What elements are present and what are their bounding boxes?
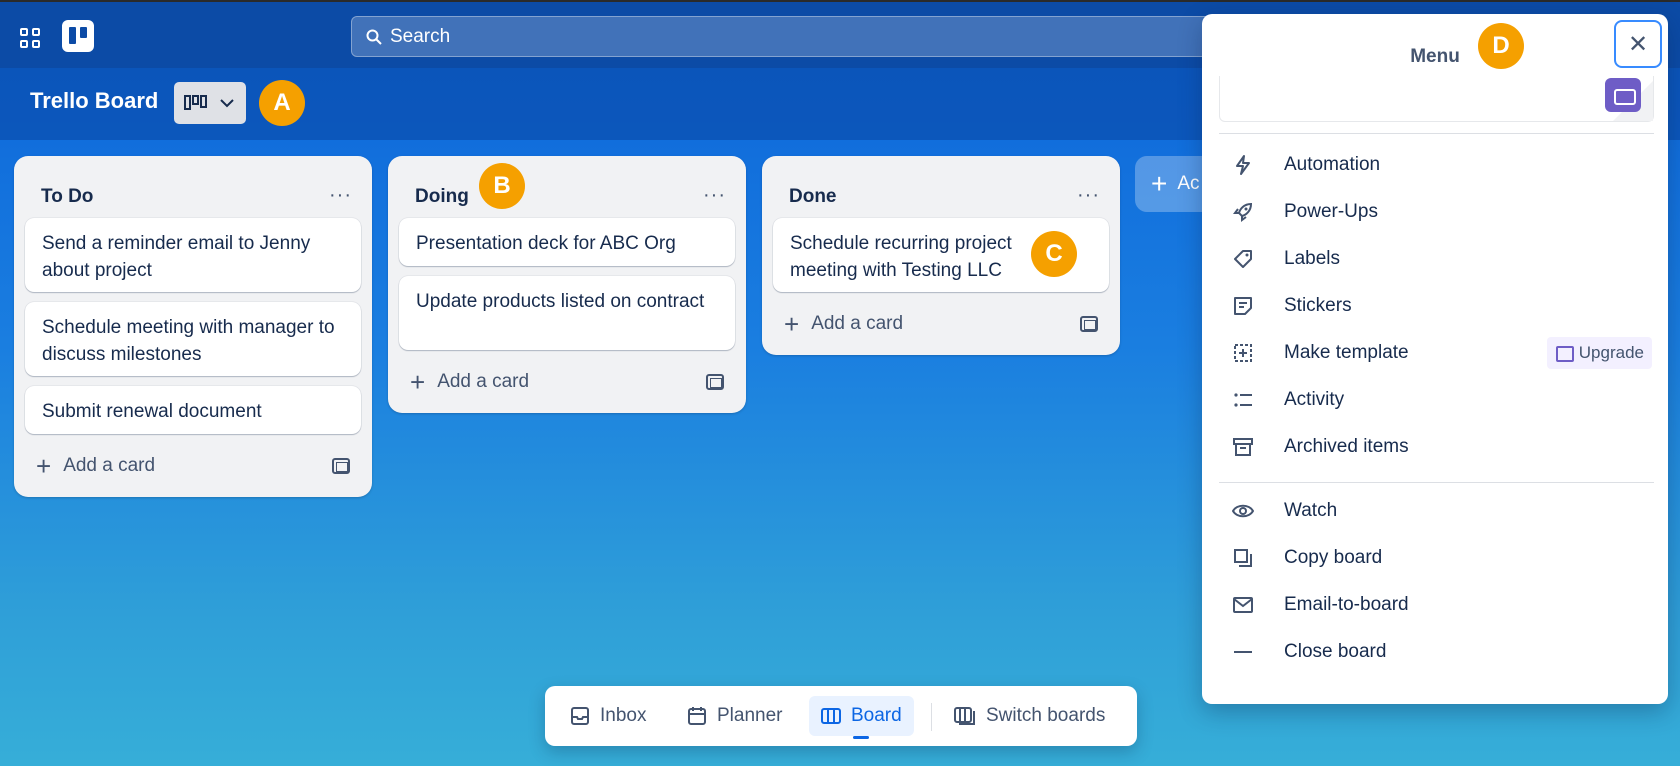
copy-icon	[1234, 549, 1252, 567]
create-from-template-icon[interactable]	[332, 458, 350, 474]
menu-item-close-board[interactable]: Close board	[1232, 634, 1652, 670]
annotation-badge-a: A	[259, 80, 305, 126]
card[interactable]: Schedule meeting with manager to discuss…	[25, 302, 361, 376]
annotation-badge-d: D	[1478, 23, 1524, 69]
menu-item-label: Automation	[1284, 154, 1381, 175]
list-doing: Doing ··· Presentation deck for ABC Org …	[388, 156, 746, 413]
board-title[interactable]: Trello Board	[30, 88, 158, 114]
menu-item-label: Archived items	[1284, 436, 1409, 457]
create-from-template-icon[interactable]	[706, 374, 724, 390]
board-view-switcher-button[interactable]	[174, 82, 246, 124]
board-menu-panel: Menu ✕ Automation Power-Ups Labels Stick…	[1202, 14, 1668, 704]
menu-item-label: Stickers	[1284, 295, 1352, 316]
annotation-badge-c: C	[1031, 231, 1077, 277]
search-icon	[366, 29, 382, 45]
menu-divider	[1219, 482, 1654, 483]
menu-item-archived-items[interactable]: Archived items	[1232, 429, 1652, 465]
switch-boards-icon	[954, 707, 975, 725]
card[interactable]: Send a reminder email to Jenny about pro…	[25, 218, 361, 292]
chevron-down-icon	[220, 99, 234, 108]
close-menu-button[interactable]: ✕	[1614, 20, 1662, 68]
lightning-icon	[1236, 155, 1250, 175]
calendar-icon	[688, 707, 706, 725]
menu-item-labels[interactable]: Labels	[1232, 241, 1652, 277]
menu-item-label: Watch	[1284, 500, 1338, 521]
menu-item-label: Activity	[1284, 389, 1345, 410]
add-list-label: Ac	[1177, 173, 1200, 194]
menu-item-automation[interactable]: Automation	[1232, 147, 1652, 183]
plus-icon: +	[36, 451, 52, 481]
list-to-do: To Do ··· Send a reminder email to Jenny…	[14, 156, 372, 497]
board-background-preview[interactable]	[1219, 76, 1654, 122]
rocket-icon	[1233, 202, 1253, 222]
switch-boards-tab[interactable]: Switch boards	[942, 696, 1117, 736]
menu-item-label: Email-to-board	[1284, 594, 1409, 615]
list-more-icon[interactable]: ···	[1077, 184, 1100, 207]
board-tab[interactable]: Board	[809, 696, 914, 739]
tag-icon	[1234, 250, 1252, 268]
plus-icon: +	[410, 367, 426, 397]
menu-item-watch[interactable]: Watch	[1232, 493, 1652, 529]
menu-item-label: Make template	[1284, 342, 1409, 363]
list-title[interactable]: To Do	[41, 186, 93, 208]
eye-icon	[1232, 504, 1254, 518]
menu-item-power-ups[interactable]: Power-Ups	[1232, 194, 1652, 230]
template-icon	[1234, 344, 1252, 362]
board-icon-button[interactable]	[1605, 78, 1641, 112]
add-card-button[interactable]: + Add a card	[36, 453, 155, 479]
annotation-badge-b: B	[479, 163, 525, 209]
trello-logo[interactable]	[62, 20, 94, 52]
plus-icon: +	[1151, 168, 1168, 199]
search-input[interactable]: Search	[351, 16, 1231, 57]
board-icon	[821, 708, 841, 724]
nav-divider	[931, 703, 932, 731]
plus-icon: +	[784, 309, 800, 339]
inbox-label: Inbox	[600, 705, 647, 726]
planner-label: Planner	[717, 705, 783, 726]
list-title[interactable]: Doing	[415, 186, 469, 208]
menu-item-email-to-board[interactable]: Email-to-board	[1232, 587, 1652, 623]
inbox-icon	[571, 707, 589, 725]
archive-icon	[1233, 438, 1253, 456]
card[interactable]: Update products listed on contract	[399, 276, 735, 350]
app-switcher-icon[interactable]	[18, 26, 42, 50]
menu-item-stickers[interactable]: Stickers	[1232, 288, 1652, 324]
bottom-navigation: Inbox Planner Board Switch boards	[545, 686, 1137, 746]
board-view-icon	[184, 95, 207, 110]
add-card-button[interactable]: + Add a card	[784, 311, 903, 337]
menu-divider	[1219, 133, 1654, 134]
menu-item-label: Power-Ups	[1284, 201, 1378, 222]
card[interactable]: Submit renewal document	[25, 386, 361, 434]
add-card-label: Add a card	[811, 313, 904, 334]
add-card-label: Add a card	[437, 371, 530, 392]
upgrade-badge[interactable]: Upgrade	[1546, 337, 1652, 369]
mail-icon	[1233, 597, 1253, 613]
board-label: Board	[851, 705, 902, 726]
menu-item-label: Copy board	[1284, 547, 1383, 568]
menu-item-activity[interactable]: Activity	[1232, 382, 1652, 418]
menu-item-label: Close board	[1284, 641, 1387, 662]
switch-boards-label: Switch boards	[986, 705, 1106, 726]
add-card-button[interactable]: + Add a card	[410, 369, 529, 395]
create-from-template-icon[interactable]	[1080, 316, 1098, 332]
menu-item-label: Labels	[1284, 248, 1340, 269]
list-more-icon[interactable]: ···	[329, 184, 352, 207]
planner-tab[interactable]: Planner	[675, 696, 795, 736]
list-title[interactable]: Done	[789, 186, 837, 208]
list-icon	[1234, 393, 1252, 407]
menu-title: Menu	[1410, 46, 1460, 67]
search-placeholder: Search	[390, 25, 451, 47]
sticker-icon	[1234, 297, 1252, 315]
card[interactable]: Presentation deck for ABC Org	[399, 218, 735, 266]
inbox-tab[interactable]: Inbox	[558, 696, 658, 736]
minus-icon	[1234, 651, 1252, 653]
list-more-icon[interactable]: ···	[703, 184, 726, 207]
add-card-label: Add a card	[63, 455, 156, 476]
menu-item-make-template[interactable]: Make template Upgrade	[1232, 335, 1652, 371]
menu-item-copy-board[interactable]: Copy board	[1232, 540, 1652, 576]
